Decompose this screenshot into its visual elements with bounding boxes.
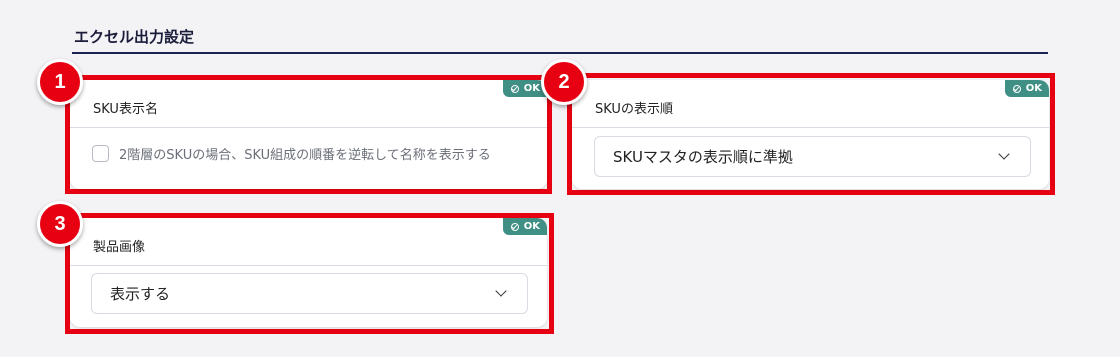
number-marker-3: 3 (37, 201, 83, 247)
card-sku-display-order: SKUの表示順 OK SKUマスタの表示順に準拠 (572, 80, 1049, 189)
checkbox-label: 2階層のSKUの場合、SKU組成の順番を逆転して名称を表示する (119, 148, 491, 163)
select-value: 表示する (110, 285, 171, 303)
card-product-image: 製品画像 OK 表示する (70, 218, 547, 327)
badge-label: OK (523, 83, 540, 94)
reverse-sku-order-checkbox[interactable] (92, 145, 109, 162)
card-title: SKU表示名 (93, 102, 158, 117)
badge-label: OK (523, 221, 540, 232)
card-header: SKUの表示順 OK (572, 80, 1049, 128)
section-title: エクセル出力設定 (74, 28, 195, 46)
chevron-down-icon (998, 148, 1010, 160)
check-circle-icon (1012, 84, 1021, 93)
card-sku-display-name: SKU表示名 OK 2階層のSKUの場合、SKU組成の順番を逆転して名称を表示す… (70, 80, 547, 189)
ok-status-badge: OK (502, 218, 547, 235)
select-value: SKUマスタの表示順に準拠 (613, 148, 793, 166)
check-circle-icon (510, 84, 519, 93)
badge-label: OK (1025, 83, 1042, 94)
number-marker-1: 1 (37, 59, 83, 105)
card-title: SKUの表示順 (595, 102, 673, 117)
ok-status-badge: OK (1004, 80, 1049, 97)
number-marker-2: 2 (541, 59, 587, 105)
check-circle-icon (510, 222, 519, 231)
reverse-sku-order-option[interactable]: 2階層のSKUの場合、SKU組成の順番を逆転して名称を表示する (92, 144, 491, 163)
product-image-select[interactable]: 表示する (91, 273, 528, 314)
section-divider (72, 52, 1048, 54)
card-header: 製品画像 OK (70, 218, 547, 266)
card-title: 製品画像 (93, 240, 146, 255)
chevron-down-icon (495, 285, 507, 297)
sku-order-select[interactable]: SKUマスタの表示順に準拠 (594, 136, 1031, 177)
card-header: SKU表示名 OK (70, 80, 547, 128)
